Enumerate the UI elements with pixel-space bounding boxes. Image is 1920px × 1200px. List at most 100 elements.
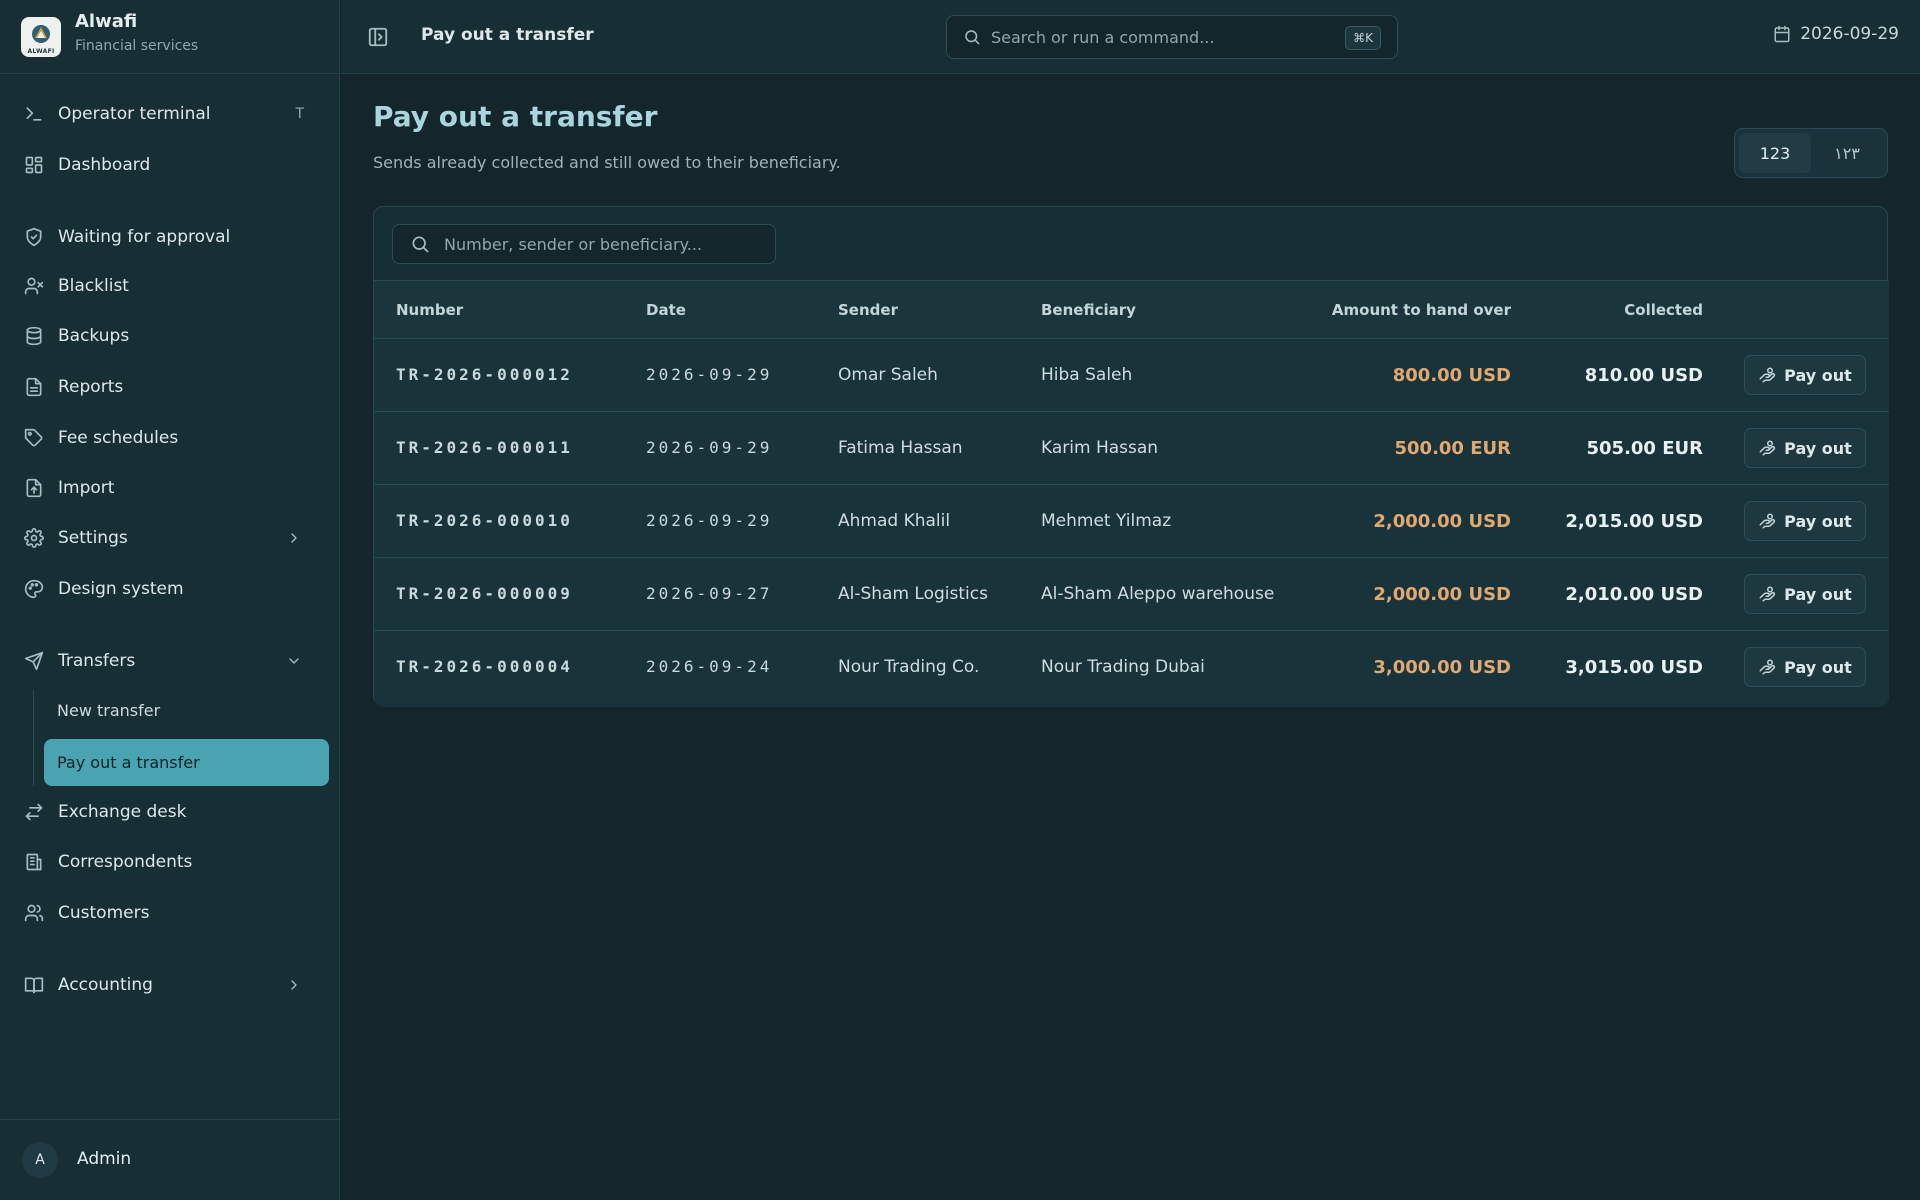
terminal-icon (23, 103, 45, 125)
pay-out-button[interactable]: Pay out (1744, 355, 1866, 395)
sidebar-item-customers[interactable]: Customers (12, 892, 328, 934)
transfer-number[interactable]: TR-2026-000004 (396, 657, 573, 676)
amount-to-hand-over: 2,000.00 USD (1373, 511, 1511, 532)
sidebar-item-reports[interactable]: Reports (12, 366, 328, 408)
hand-coins-icon (1759, 586, 1776, 602)
tag-icon (23, 427, 45, 449)
database-icon (23, 325, 45, 347)
column-header-date[interactable]: Date (646, 301, 686, 319)
number-format-arabic[interactable]: ١٢٣ (1811, 133, 1883, 173)
sidebar-item-settings[interactable]: Settings (12, 517, 328, 559)
page-title: Pay out a transfer (373, 100, 658, 133)
column-header-sender[interactable]: Sender (838, 301, 898, 319)
sidebar-item-label: Blacklist (58, 276, 129, 296)
transfer-date: 2026-09-29 (646, 511, 773, 530)
sender-name: Nour Trading Co. (838, 657, 980, 677)
page-subtitle: Sends already collected and still owed t… (373, 153, 841, 172)
sidebar-item-transfers[interactable]: Transfers (12, 640, 328, 682)
sidebar-item-waiting-for-approval[interactable]: Waiting for approval (12, 216, 328, 258)
chevron-right-icon (286, 530, 302, 546)
sidebar-item-label: Design system (58, 579, 184, 599)
sidebar-item-label: Accounting (58, 975, 153, 995)
sender-name: Fatima Hassan (838, 438, 963, 458)
sidebar-item-label: Waiting for approval (58, 227, 231, 247)
chevron-right-icon (286, 977, 302, 993)
user-x-icon (23, 275, 45, 297)
sidebar: ALWAFI Alwafi Financial services Operato… (0, 0, 340, 1200)
transfer-number[interactable]: TR-2026-000012 (396, 365, 573, 384)
topbar-title: Pay out a transfer (421, 25, 594, 45)
sidebar-item-correspondents[interactable]: Correspondents (12, 841, 328, 883)
sidebar-item-blacklist[interactable]: Blacklist (12, 265, 328, 307)
palette-icon (23, 578, 45, 600)
keyboard-shortcut-badge: ⌘K (1345, 26, 1381, 50)
book-icon (23, 974, 45, 996)
sidebar-item-design-system[interactable]: Design system (12, 568, 328, 610)
avatar: A (22, 1142, 58, 1178)
beneficiary-name: Al-Sham Aleppo warehouse (1041, 584, 1275, 604)
pay-out-button[interactable]: Pay out (1744, 574, 1866, 614)
sidebar-item-import[interactable]: Import (12, 467, 328, 509)
table-row: TR-2026-000004 2026-09-24 Nour Trading C… (374, 631, 1889, 704)
payout-table: Number Date Sender Beneficiary Amount to… (374, 280, 1889, 707)
sidebar-subitem-new-transfer[interactable]: New transfer (44, 687, 329, 734)
sidebar-toggle-icon[interactable] (367, 26, 389, 48)
search-icon (412, 236, 429, 253)
pay-out-button[interactable]: Pay out (1744, 501, 1866, 541)
sender-name: Omar Saleh (838, 365, 938, 385)
column-header-collected[interactable]: Collected (1624, 301, 1703, 319)
amount-to-hand-over: 2,000.00 USD (1373, 584, 1511, 605)
sidebar-item-exchange-desk[interactable]: Exchange desk (12, 791, 328, 833)
sidebar-item-label: Settings (58, 528, 128, 548)
pay-out-label: Pay out (1784, 365, 1852, 385)
building-icon (23, 851, 45, 873)
calendar-icon (1774, 25, 1790, 43)
date-picker[interactable]: 2026-09-29 (1773, 24, 1899, 44)
sidebar-item-fee-schedules[interactable]: Fee schedules (12, 417, 328, 459)
filter-search-input[interactable]: Number, sender or beneficiary... (392, 224, 776, 264)
sidebar-subitem-pay-out-transfer[interactable]: Pay out a transfer (44, 739, 329, 786)
sidebar-item-dashboard[interactable]: Dashboard (12, 144, 328, 186)
user-menu[interactable]: A Admin (0, 1119, 340, 1200)
users-icon (23, 902, 45, 924)
transfer-number[interactable]: TR-2026-000009 (396, 584, 573, 603)
number-format-toggle: 123 ١٢٣ (1734, 128, 1888, 178)
table-row: TR-2026-000009 2026-09-27 Al-Sham Logist… (374, 558, 1889, 631)
table-row: TR-2026-000010 2026-09-29 Ahmad Khalil M… (374, 485, 1889, 558)
amount-to-hand-over: 3,000.00 USD (1373, 657, 1511, 678)
command-search-input[interactable]: Search or run a command... ⌘K (946, 15, 1398, 59)
pay-out-button[interactable]: Pay out (1744, 647, 1866, 687)
pay-out-label: Pay out (1784, 657, 1852, 677)
sidebar-item-operator-terminal[interactable]: Operator terminal T (12, 93, 328, 135)
pay-out-label: Pay out (1784, 438, 1852, 458)
chevron-down-icon (286, 653, 302, 669)
pay-out-button[interactable]: Pay out (1744, 428, 1866, 468)
gear-icon (23, 527, 45, 549)
amount-collected: 810.00 USD (1584, 365, 1703, 386)
beneficiary-name: Nour Trading Dubai (1041, 657, 1205, 677)
amount-to-hand-over: 800.00 USD (1392, 365, 1511, 386)
search-placeholder: Search or run a command... (991, 27, 1215, 47)
sidebar-item-label: Import (58, 478, 115, 498)
column-header-beneficiary[interactable]: Beneficiary (1041, 301, 1136, 319)
amount-collected: 3,015.00 USD (1565, 657, 1703, 678)
column-header-amount[interactable]: Amount to hand over (1332, 301, 1511, 319)
file-import-icon (23, 477, 45, 499)
beneficiary-name: Karim Hassan (1041, 438, 1159, 458)
brand-subtitle: Financial services (75, 38, 199, 54)
sidebar-item-label: Fee schedules (58, 428, 179, 448)
hand-coins-icon (1759, 440, 1776, 456)
transfer-date: 2026-09-29 (646, 365, 773, 384)
sidebar-item-accounting[interactable]: Accounting (12, 964, 328, 1006)
current-date: 2026-09-29 (1800, 24, 1899, 44)
transfer-number[interactable]: TR-2026-000011 (396, 438, 573, 457)
column-header-number[interactable]: Number (396, 301, 463, 319)
arrows-exchange-icon (23, 801, 45, 823)
sidebar-item-backups[interactable]: Backups (12, 315, 328, 357)
number-format-latin[interactable]: 123 (1739, 133, 1811, 173)
sidebar-item-label: Backups (58, 326, 130, 346)
sidebar-item-label: Operator terminal (58, 104, 211, 124)
beneficiary-name: Hiba Saleh (1041, 365, 1133, 385)
amount-collected: 2,010.00 USD (1565, 584, 1703, 605)
transfer-number[interactable]: TR-2026-000010 (396, 511, 573, 530)
